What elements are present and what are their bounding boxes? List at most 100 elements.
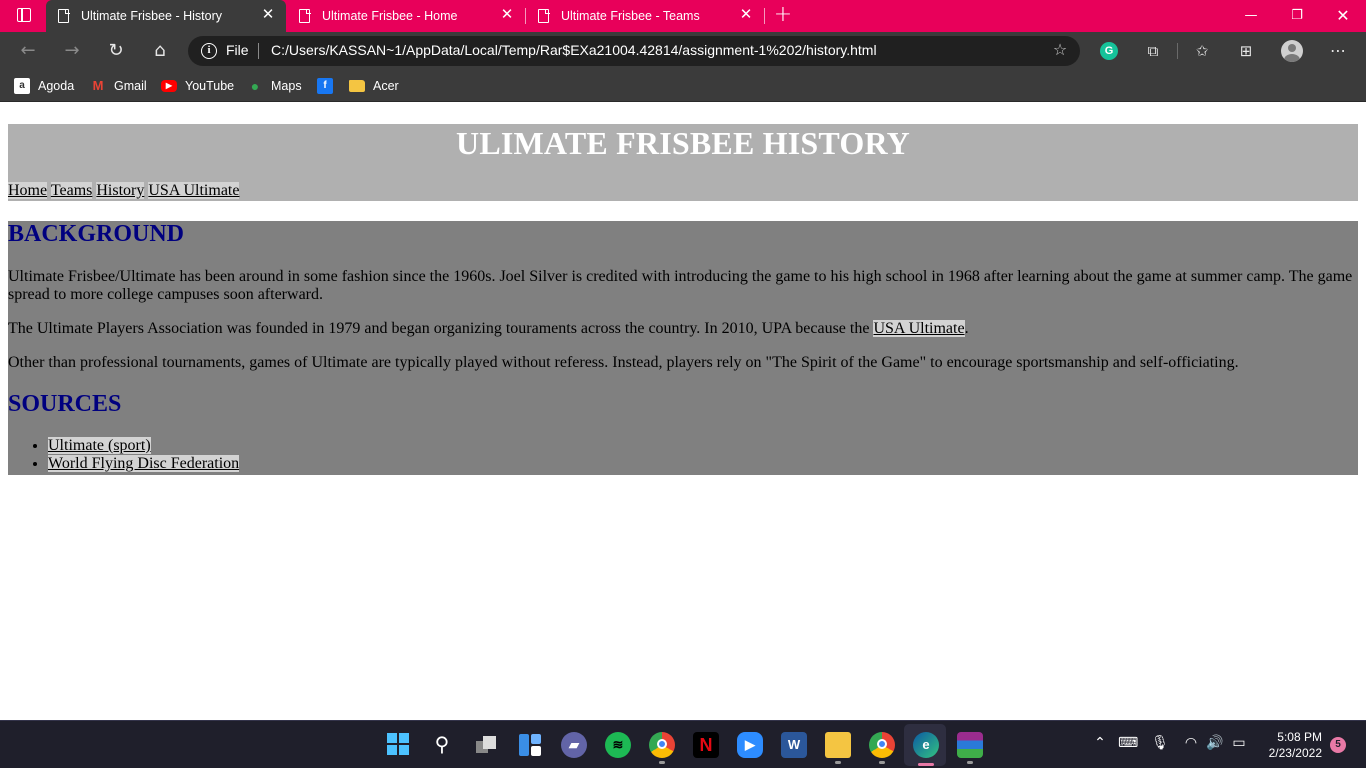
favorites-icon[interactable]: ✩ xyxy=(1190,39,1214,63)
sources-list: Ultimate (sport) World Flying Disc Feder… xyxy=(48,437,240,473)
zoom-icon[interactable]: ▶ xyxy=(737,732,763,758)
tab-strip: Ultimate Frisbee - History ✕ Ultimate Fr… xyxy=(0,0,1366,32)
widgets-icon[interactable] xyxy=(517,732,543,758)
nav-link-teams[interactable]: Teams xyxy=(50,182,93,199)
collections-icon[interactable]: ⊞ xyxy=(1234,39,1258,63)
forward-icon[interactable]: → xyxy=(58,37,86,65)
info-icon[interactable]: i xyxy=(201,43,217,59)
sources-heading: SOURCES xyxy=(8,391,122,417)
restore-icon[interactable]: ❐ xyxy=(1274,0,1320,32)
netflix-icon[interactable]: N xyxy=(693,732,719,758)
background-paragraph-3: Other than professional tournaments, gam… xyxy=(8,354,1239,371)
list-item: World Flying Disc Federation xyxy=(48,455,240,473)
extensions-icon[interactable]: ⧉ xyxy=(1141,39,1165,63)
nav-link-usa-ultimate[interactable]: USA Ultimate xyxy=(148,182,240,199)
microphone-icon[interactable]: 🎙 xyxy=(1150,735,1170,751)
chrome-icon[interactable] xyxy=(649,732,675,758)
favorite-youtube[interactable]: ▶ YouTube xyxy=(161,77,234,95)
tab-separator xyxy=(764,8,765,24)
usa-ultimate-link[interactable]: USA Ultimate xyxy=(873,320,965,337)
add-favorite-icon[interactable]: ☆ xyxy=(1050,40,1070,60)
page-title: ULIMATE FRISBEE HISTORY xyxy=(456,125,910,161)
favorite-label: Maps xyxy=(271,79,302,93)
source-link-wfdf[interactable]: World Flying Disc Federation xyxy=(48,455,240,472)
volume-icon[interactable]: 🔊 xyxy=(1205,735,1225,751)
close-icon[interactable]: ✕ xyxy=(260,7,276,23)
task-view-icon[interactable] xyxy=(473,732,499,758)
source-link-ultimate-sport[interactable]: Ultimate (sport) xyxy=(48,437,151,454)
favorite-agoda[interactable]: a Agoda xyxy=(14,77,74,95)
favorites-bar: a Agoda M Gmail ▶ YouTube ● Maps f Acer xyxy=(0,70,1366,102)
favorite-gmail[interactable]: M Gmail xyxy=(90,77,147,95)
agoda-icon: a xyxy=(14,78,30,94)
tab-teams[interactable]: Ultimate Frisbee - Teams ✕ xyxy=(526,0,764,32)
background-paragraph-1: Ultimate Frisbee/Ultimate has been aroun… xyxy=(8,268,1353,303)
winrar-icon[interactable] xyxy=(957,732,983,758)
new-tab-icon[interactable]: + xyxy=(772,4,794,26)
wifi-icon[interactable]: ◠ xyxy=(1181,735,1201,751)
page-header: ULIMATE FRISBEE HISTORY Home Teams Histo… xyxy=(8,124,1358,201)
running-indicator xyxy=(659,761,665,764)
favorite-label: YouTube xyxy=(185,79,235,93)
facebook-icon: f xyxy=(317,78,333,94)
running-indicator xyxy=(967,761,973,764)
paragraph-text: . xyxy=(964,320,969,337)
document-icon xyxy=(299,8,311,23)
system-clock[interactable]: 5:08 PM 2/23/2022 xyxy=(1258,729,1322,761)
favorite-label: Acer xyxy=(373,79,399,93)
search-icon[interactable]: ⚲ xyxy=(429,732,455,758)
chrome-icon[interactable] xyxy=(869,732,895,758)
running-indicator xyxy=(835,761,841,764)
clock-time: 5:08 PM xyxy=(1277,730,1322,744)
toolbar-separator xyxy=(1177,43,1178,59)
scheme-label: File xyxy=(226,42,249,58)
nav-link-home[interactable]: Home xyxy=(8,182,48,199)
back-icon[interactable]: ← xyxy=(14,37,42,65)
folder-icon xyxy=(349,80,365,92)
close-icon[interactable]: ✕ xyxy=(499,7,515,23)
close-icon[interactable]: ✕ xyxy=(738,7,754,23)
favorite-label: Gmail xyxy=(114,79,147,93)
paragraph-text: The Ultimate Players Association was fou… xyxy=(8,320,874,337)
document-icon xyxy=(58,8,70,23)
favorite-label: Agoda xyxy=(38,79,75,93)
nav-link-history[interactable]: History xyxy=(96,182,145,199)
windows-start-icon[interactable] xyxy=(385,732,411,758)
teams-chat-icon[interactable]: ▰ xyxy=(561,732,587,758)
tab-title: Ultimate Frisbee - Home xyxy=(322,9,458,23)
tab-actions-icon[interactable] xyxy=(10,6,38,26)
refresh-icon[interactable]: ↻ xyxy=(102,37,130,65)
minimize-icon[interactable]: — xyxy=(1228,0,1274,32)
profile-avatar[interactable] xyxy=(1281,40,1303,62)
url-text[interactable]: C:/Users/KASSAN~1/AppData/Local/Temp/Rar… xyxy=(271,42,877,58)
document-icon xyxy=(538,8,550,23)
battery-icon[interactable]: ▭ xyxy=(1229,735,1249,751)
youtube-icon: ▶ xyxy=(161,80,177,92)
file-explorer-icon[interactable] xyxy=(825,732,851,758)
show-hidden-icons[interactable]: ⌃ xyxy=(1090,735,1110,751)
edge-icon[interactable]: e xyxy=(913,732,939,758)
main-content: BACKGROUND Ultimate Frisbee/Ultimate has… xyxy=(8,221,1358,475)
address-bar[interactable]: i File C:/Users/KASSAN~1/AppData/Local/T… xyxy=(188,36,1080,66)
site-nav: Home Teams History USA Ultimate xyxy=(8,182,240,200)
grammarly-icon[interactable]: G xyxy=(1100,42,1118,60)
favorite-facebook[interactable]: f xyxy=(317,77,341,95)
spotify-icon[interactable]: ≋ xyxy=(605,732,631,758)
close-window-icon[interactable]: ✕ xyxy=(1320,0,1366,32)
list-item: Ultimate (sport) xyxy=(48,437,239,455)
keyboard-icon[interactable]: ⌨ xyxy=(1118,735,1138,751)
tab-home[interactable]: Ultimate Frisbee - Home ✕ xyxy=(287,0,525,32)
home-icon[interactable]: ⌂ xyxy=(146,37,174,65)
maps-icon: ● xyxy=(250,78,260,94)
clock-date: 2/23/2022 xyxy=(1268,746,1322,760)
browser-toolbar: ← → ↻ ⌂ i File C:/Users/KASSAN~1/AppData… xyxy=(0,32,1366,70)
notification-badge[interactable]: 5 xyxy=(1330,737,1346,753)
tab-history[interactable]: Ultimate Frisbee - History ✕ xyxy=(46,0,286,32)
favorite-acer-folder[interactable]: Acer xyxy=(349,77,399,95)
running-indicator xyxy=(879,761,885,764)
word-icon[interactable]: W xyxy=(781,732,807,758)
favorite-maps[interactable]: ● Maps xyxy=(247,77,302,95)
windows-taskbar: ⚲ ▰ ≋ N ▶ W e ⌃ ⌨ 🎙 ◠ 🔊 ▭ 5:08 PM 2/23/2… xyxy=(0,720,1366,768)
more-options-icon[interactable]: ⋯ xyxy=(1326,39,1350,63)
background-paragraph-2: The Ultimate Players Association was fou… xyxy=(8,320,1358,338)
